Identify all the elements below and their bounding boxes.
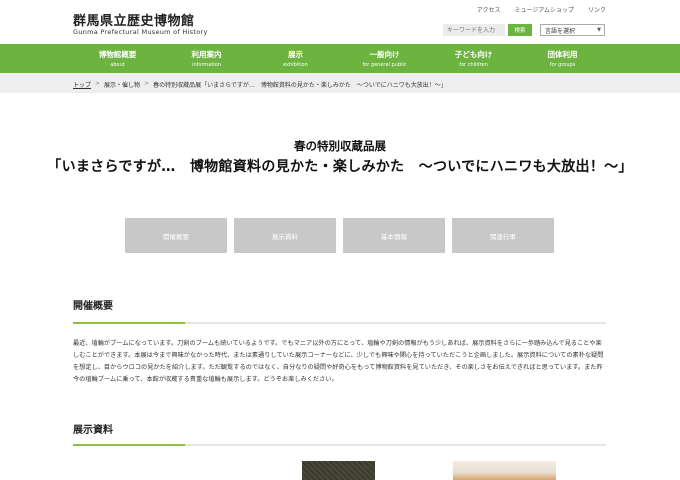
language-select[interactable]: 言語を選択 ▼ <box>540 24 605 36</box>
nav-item-information[interactable]: 利用案内 information <box>162 44 251 73</box>
site-logo-title[interactable]: 群馬県立歴史博物館 <box>73 10 195 29</box>
nav-item-sublabel: for groups <box>549 62 576 68</box>
overview-heading: 開催概要 <box>73 301 113 312</box>
access-link[interactable]: アクセス <box>477 5 501 14</box>
breadcrumb-events-link[interactable]: 展示・催し物 <box>104 80 140 89</box>
site-logo-subtitle: Gunma Prefectural Museum of History <box>73 28 208 36</box>
section-tabs: 開催概要 展示資料 基本情報 関連行事 <box>125 218 554 253</box>
nav-item-exhibition[interactable]: 展示 exhibition <box>251 44 340 73</box>
nav-item-label: 展示 <box>288 50 303 59</box>
nav-item-general-public[interactable]: 一般向け for general public <box>340 44 429 73</box>
exhibit-image-dark[interactable] <box>302 461 375 480</box>
nav-item-label: 団体利用 <box>547 50 578 59</box>
nav-item-sublabel: about <box>110 62 125 68</box>
nav-item-children[interactable]: 子ども向け for children <box>429 44 518 73</box>
exhibits-heading: 展示資料 <box>73 425 113 436</box>
nav-item-label: 一般向け <box>369 50 400 59</box>
breadcrumb: トップ > 展示・催し物 > 春の特別収蔵品展「いまさらですが… 博物館資料の見… <box>73 80 447 89</box>
breadcrumb-home-link[interactable]: トップ <box>73 80 91 89</box>
page-title-line2: 「いまさらですが… 博物館資料の見かた・楽しみかた ～ついでにハニワも大放出！～… <box>47 159 633 175</box>
nav-item-about[interactable]: 博物館概要 about <box>73 44 162 73</box>
nav-item-sublabel: for children <box>459 62 488 68</box>
nav-item-sublabel: for general public <box>362 62 407 68</box>
nav-item-groups[interactable]: 団体利用 for groups <box>518 44 607 73</box>
nav-item-label: 子ども向け <box>454 50 493 59</box>
site-header: 群馬県立歴史博物館 Gunma Prefectural Museum of Hi… <box>0 0 680 44</box>
breadcrumb-bar: トップ > 展示・催し物 > 春の特別収蔵品展「いまさらですが… 博物館資料の見… <box>0 73 680 93</box>
tab-basic-info[interactable]: 基本情報 <box>343 218 445 253</box>
utility-links: アクセス ミュージアムショップ リンク <box>477 5 606 14</box>
nav-item-sublabel: information <box>192 62 221 68</box>
page-title-line1: 春の特別収蔵品展 <box>294 139 386 153</box>
overview-divider <box>73 322 606 324</box>
divider-accent <box>73 322 185 324</box>
nav-item-label: 利用案内 <box>191 50 222 59</box>
global-nav: 博物館概要 about 利用案内 information 展示 exhibiti… <box>0 44 680 73</box>
exhibit-image-haniwa[interactable] <box>453 461 556 480</box>
breadcrumb-separator: > <box>144 80 150 87</box>
links-link[interactable]: リンク <box>588 5 606 14</box>
nav-item-label: 博物館概要 <box>98 50 137 59</box>
overview-text: 最近、埴輪がブームになっています。刀剣のブームも続いているようです。でもマニア以… <box>73 340 604 383</box>
museum-shop-link[interactable]: ミュージアムショップ <box>515 5 574 14</box>
breadcrumb-current: 春の特別収蔵品展「いまさらですが… 博物館資料の見かた・楽しみかた ～ついでにハ… <box>153 82 447 89</box>
chevron-down-icon: ▼ <box>597 27 601 33</box>
divider-accent <box>73 444 185 446</box>
nav-item-sublabel: exhibition <box>283 62 308 68</box>
search-button[interactable]: 検索 <box>508 24 532 36</box>
tab-related-events[interactable]: 関連行事 <box>452 218 554 253</box>
exhibits-divider <box>73 444 606 446</box>
breadcrumb-separator: > <box>95 80 101 87</box>
language-select-value: 言語を選択 <box>545 27 576 35</box>
search-input[interactable] <box>443 24 505 36</box>
tab-overview[interactable]: 開催概要 <box>125 218 227 253</box>
tab-exhibits[interactable]: 展示資料 <box>234 218 336 253</box>
